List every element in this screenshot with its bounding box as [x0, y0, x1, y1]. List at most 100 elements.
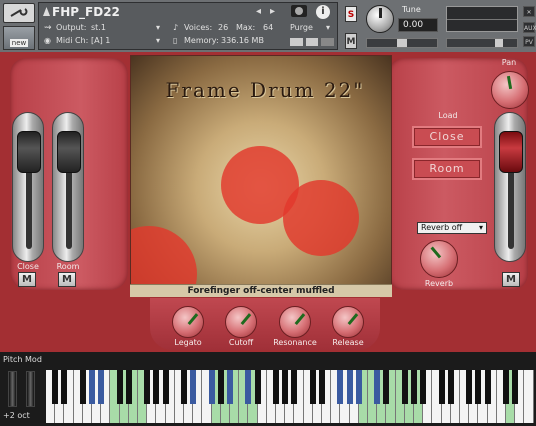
voices-icon: ♪ — [173, 23, 179, 32]
reverb-knob[interactable] — [420, 240, 458, 278]
black-key[interactable] — [484, 370, 491, 404]
reverb-select[interactable]: Reverb off ▾ — [417, 222, 487, 234]
black-key[interactable] — [254, 370, 261, 404]
midi-value[interactable]: [A] 1 — [91, 36, 110, 45]
info-icon[interactable]: i — [316, 5, 330, 19]
black-key[interactable] — [217, 370, 224, 404]
black-key[interactable] — [181, 370, 187, 404]
articulation-caption: Forefinger off-center muffled — [130, 284, 392, 297]
black-key[interactable] — [447, 370, 454, 404]
mute-button[interactable]: M — [345, 33, 357, 49]
close-fader-label: Close — [17, 262, 39, 271]
black-key[interactable] — [374, 370, 381, 404]
black-key[interactable] — [383, 370, 390, 404]
black-key[interactable] — [503, 370, 509, 404]
midi-label: Midi Ch: — [56, 36, 89, 45]
black-key[interactable] — [125, 370, 132, 404]
resonance-knob[interactable] — [279, 306, 311, 338]
pan-slider[interactable] — [366, 38, 438, 48]
black-key[interactable] — [116, 370, 123, 404]
memory-value: 336.16 MB — [221, 36, 264, 45]
black-key[interactable] — [420, 370, 427, 404]
black-key[interactable] — [337, 370, 344, 404]
pitch-wheel[interactable] — [8, 371, 17, 407]
purge-meter — [290, 38, 335, 46]
close-fader[interactable] — [12, 112, 44, 262]
reverb-select-value: Reverb off — [421, 223, 463, 232]
room-mute-button[interactable]: M — [58, 272, 76, 287]
room-fader[interactable] — [52, 112, 84, 262]
output-label: Output: — [56, 23, 87, 32]
legato-knob[interactable] — [172, 306, 204, 338]
next-instrument-icon[interactable]: ▸ — [270, 6, 275, 17]
release-knob[interactable] — [332, 306, 364, 338]
octave-label[interactable]: +2 oct — [3, 411, 30, 420]
reverb-dropdown-icon[interactable]: ▾ — [479, 223, 483, 233]
room-fader-label: Room — [56, 262, 80, 271]
load-close-button[interactable]: Close — [412, 126, 482, 148]
black-key[interactable] — [438, 370, 445, 404]
close-fader-thumb[interactable] — [17, 131, 41, 173]
pv-button[interactable]: PV — [523, 36, 535, 47]
load-room-button[interactable]: Room — [412, 158, 482, 180]
tune-label: Tune — [402, 5, 421, 14]
black-key[interactable] — [162, 370, 169, 404]
purge-label[interactable]: Purge — [290, 23, 313, 32]
reverb-fader[interactable] — [494, 112, 526, 262]
camera-icon[interactable] — [291, 5, 307, 17]
black-key[interactable] — [61, 370, 68, 404]
black-key[interactable] — [153, 370, 160, 404]
memory-label: Memory: — [184, 36, 219, 45]
reverb-mute-button[interactable]: M — [502, 272, 520, 287]
close-mute-button[interactable]: M — [18, 272, 36, 287]
black-key[interactable] — [208, 370, 215, 404]
midi-dropdown-icon[interactable]: ▾ — [156, 36, 160, 45]
output-value[interactable]: st.1 — [91, 23, 106, 32]
black-key[interactable] — [273, 370, 279, 404]
prev-instrument-icon[interactable]: ◂ — [256, 6, 261, 17]
black-key[interactable] — [227, 370, 233, 404]
volume-slider[interactable] — [446, 38, 518, 48]
mod-wheel[interactable] — [26, 371, 35, 407]
black-key[interactable] — [89, 370, 95, 404]
black-key[interactable] — [346, 370, 353, 404]
reverb-fader-thumb[interactable] — [499, 131, 523, 173]
room-fader-thumb[interactable] — [57, 131, 81, 173]
new-instrument-button[interactable]: new — [3, 26, 35, 50]
black-key[interactable] — [401, 370, 408, 404]
piano-keyboard[interactable] — [46, 370, 536, 426]
tune-value[interactable]: 0.00 — [398, 18, 438, 32]
black-key[interactable] — [475, 370, 482, 404]
max-label: Max: — [236, 23, 256, 32]
black-key[interactable] — [512, 370, 519, 404]
white-key[interactable] — [524, 370, 534, 423]
black-key[interactable] — [309, 370, 316, 404]
black-key[interactable] — [245, 370, 252, 404]
voices-label: Voices: — [184, 23, 213, 32]
solo-button[interactable]: S — [345, 6, 357, 22]
black-key[interactable] — [52, 370, 59, 404]
cutoff-knob[interactable] — [225, 306, 257, 338]
black-key[interactable] — [319, 370, 325, 404]
max-value[interactable]: 64 — [263, 23, 273, 32]
pan-knob[interactable] — [491, 71, 529, 109]
resonance-label: Resonance — [273, 338, 317, 347]
close-instrument-icon[interactable]: ✕ — [523, 6, 535, 17]
aux-button[interactable]: AUX — [523, 22, 536, 33]
wrench-icon[interactable] — [3, 3, 35, 23]
purge-dropdown-icon[interactable]: ▾ — [326, 23, 330, 32]
hit-zone-right[interactable] — [283, 180, 359, 256]
black-key[interactable] — [355, 370, 362, 404]
black-key[interactable] — [98, 370, 105, 404]
black-key[interactable] — [466, 370, 473, 404]
instrument-title[interactable]: FHP_FD22 — [52, 5, 120, 19]
tune-knob[interactable] — [366, 5, 394, 33]
black-key[interactable] — [190, 370, 197, 404]
level-meter — [446, 6, 518, 32]
black-key[interactable] — [79, 370, 86, 404]
output-dropdown-icon[interactable]: ▾ — [156, 23, 160, 32]
black-key[interactable] — [411, 370, 417, 404]
black-key[interactable] — [282, 370, 289, 404]
black-key[interactable] — [291, 370, 298, 404]
black-key[interactable] — [144, 370, 151, 404]
